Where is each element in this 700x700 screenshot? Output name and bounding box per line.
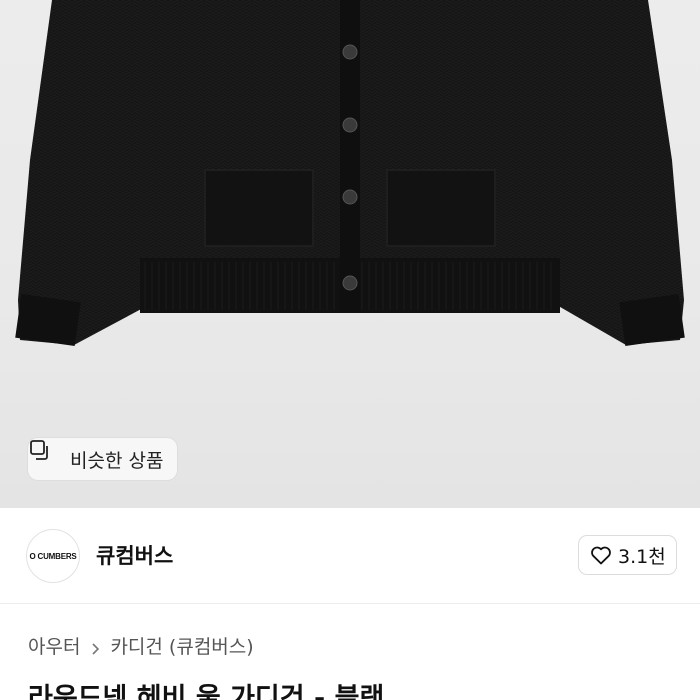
right-pocket (386, 169, 496, 247)
product-detail-screen: 비슷한 상품 O CUMBERS 큐컴버스 3.1천 아우터 카디건 (큐컴버스… (0, 0, 700, 700)
chevron-right-icon (88, 639, 102, 655)
seller-logo-text: O CUMBERS (29, 551, 77, 561)
product-image[interactable]: 비슷한 상품 (0, 0, 700, 508)
breadcrumb-item-cardigan[interactable]: 카디건 (큐컴버스) (110, 632, 253, 659)
like-count: 3.1천 (618, 545, 666, 568)
right-cuff (619, 294, 685, 346)
seller-name[interactable]: 큐컴버스 (96, 540, 173, 570)
button-4 (342, 275, 358, 291)
cardigan-illustration (15, 0, 685, 346)
similar-products-button[interactable]: 비슷한 상품 (28, 438, 178, 480)
product-title: 라운드넥 헤비 울 가디건 - 블랙 (28, 683, 385, 700)
left-cuff (15, 294, 81, 346)
like-button[interactable]: 3.1천 (578, 535, 677, 575)
left-pocket (204, 169, 314, 247)
similar-products-label: 비슷한 상품 (70, 449, 164, 472)
seller-row: O CUMBERS 큐컴버스 3.1천 (0, 508, 700, 604)
button-2 (342, 117, 358, 133)
button-3 (342, 189, 358, 205)
button-1 (342, 44, 358, 60)
heart-icon (589, 543, 613, 567)
breadcrumb-item-outer[interactable]: 아우터 (28, 632, 80, 659)
seller-avatar[interactable]: O CUMBERS (26, 529, 80, 583)
similar-products-icon (30, 440, 64, 471)
breadcrumb: 아우터 카디건 (큐컴버스) (28, 632, 254, 659)
